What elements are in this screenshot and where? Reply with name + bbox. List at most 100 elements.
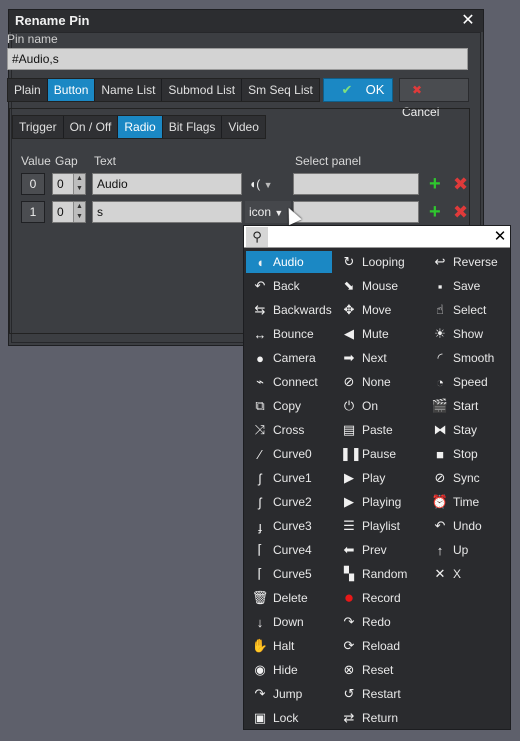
icon-option-start[interactable]: 🎬 Start [426,395,512,417]
icon-option-curve3[interactable]: ɟ Curve3 [246,515,332,537]
stepper-arrows-icon[interactable]: ▲ ▼ [73,174,85,194]
icon-option-label: Stay [453,423,478,437]
icon-option-playing[interactable]: ▶ Playing [335,491,421,513]
tab-name-list[interactable]: Name List [95,79,163,101]
select-panel-field[interactable] [293,201,419,223]
icon-option-halt[interactable]: ✋ Halt [246,635,332,657]
icon-option-playlist[interactable]: ☰ Playlist [335,515,421,537]
icon-option-restart[interactable]: ↺ Restart [335,683,421,705]
row-value[interactable]: 0 [21,173,45,195]
tab-plain[interactable]: Plain [8,79,48,101]
icon-option-sync[interactable]: ⊘ Sync [426,467,512,489]
icon-option-on[interactable]: ⏻ On [335,395,421,417]
icon-option-looping[interactable]: ↻ Looping [335,251,421,273]
icon-option-time[interactable]: ⏰ Time [426,491,512,513]
checkmark-icon: ✔ [341,82,353,97]
pin-name-input[interactable]: #Audio,s [7,48,468,70]
icon-option-x[interactable]: ✕ X [426,563,512,585]
icon-option-stay[interactable]: ⧓ Stay [426,419,512,441]
icon-option-back[interactable]: ↶ Back [246,275,332,297]
mode-tab-radio[interactable]: Radio [118,116,163,138]
icon-option-record[interactable]: ● Record [335,587,421,609]
icon-option-curve2[interactable]: ʃ Curve2 [246,491,332,513]
x-red-icon: ✖ [411,83,423,97]
icon-option-camera[interactable]: ● Camera [246,347,332,369]
icon-option-move[interactable]: ✥ Move [335,299,421,321]
row-value[interactable]: 1 [21,201,45,223]
icon-option-curve1[interactable]: ʃ Curve1 [246,467,332,489]
icon-option-curve4[interactable]: ⌈ Curve4 [246,539,332,561]
icon-option-show[interactable]: ☀ Show [426,323,512,345]
mode-tab-video[interactable]: Video [222,116,264,138]
icon-option-paste[interactable]: ▤ Paste [335,419,421,441]
icon-option-curve5[interactable]: ⌈ Curve5 [246,563,332,585]
icon-option-play[interactable]: ▶ Play [335,467,421,489]
icon-option-save[interactable]: ▪ Save [426,275,512,297]
clear-search-icon[interactable]: ✕ [490,226,510,248]
row-gap-stepper[interactable]: 0 ▲ ▼ [52,201,86,223]
icon-search-input[interactable] [270,227,488,247]
icon-option-audio[interactable]: ◖ Audio [246,251,332,273]
mode-tab-on-off[interactable]: On / Off [64,116,119,138]
close-icon[interactable]: ✕ [457,10,479,32]
paste-icon: ▤ [342,422,356,437]
icon-option-none[interactable]: ⊘ None [335,371,421,393]
icon-option-undo[interactable]: ↶ Undo [426,515,512,537]
icon-option-pause[interactable]: ❚❚ Pause [335,443,421,465]
icon-option-label: Curve3 [273,519,312,533]
row-text-input[interactable]: Audio [92,173,242,195]
add-row-icon[interactable]: + [429,202,441,222]
icon-option-curve0[interactable]: ⁄ Curve0 [246,443,332,465]
icon-option-delete[interactable]: 🗑 Delete [246,587,332,609]
icon-option-random[interactable]: ▚ Random [335,563,421,585]
icon-option-label: Play [362,471,386,485]
icon-option-bounce[interactable]: ↔ Bounce [246,323,332,345]
icon-option-down[interactable]: ↓ Down [246,611,332,633]
row-icon-select[interactable]: ◖( ▼ [245,173,291,195]
icon-option-copy[interactable]: ⧉ Copy [246,395,332,417]
tab-button[interactable]: Button [47,79,96,101]
remove-row-icon[interactable]: ✖ [453,174,468,194]
select-panel-field[interactable] [293,173,419,195]
icon-option-reverse[interactable]: ↩ Reverse [426,251,512,273]
add-row-icon[interactable]: + [429,174,441,194]
icon-option-backwards[interactable]: ⇆ Backwards [246,299,332,321]
title-bar[interactable]: Rename Pin ✕ [9,10,483,32]
icon-option-return[interactable]: ⇄ Return [335,707,421,729]
icon-option-lock[interactable]: ▣ Lock [246,707,332,729]
tab-submod-list[interactable]: Submod List [162,79,243,101]
icon-option-mouse[interactable]: ⬊ Mouse [335,275,421,297]
stepper-arrows-icon[interactable]: ▲ ▼ [73,202,85,222]
mode-tab-bit-flags[interactable]: Bit Flags [163,116,223,138]
icon-option-prev[interactable]: ⬅ Prev [335,539,421,561]
icon-option-label: Back [273,279,300,293]
icon-option-smooth[interactable]: ◜ Smooth [426,347,512,369]
icon-option-up[interactable]: ↑ Up [426,539,512,561]
row-text-input[interactable]: s [92,201,242,223]
icon-option-next[interactable]: ➡ Next [335,347,421,369]
icon-option-stop[interactable]: ■ Stop [426,443,512,465]
tab-sm-seq-list[interactable]: Sm Seq List [242,79,319,101]
icon-option-reload[interactable]: ⟳ Reload [335,635,421,657]
icon-option-reset[interactable]: ⊗ Reset [335,659,421,681]
icon-option-cross[interactable]: ⤨ Cross [246,419,332,441]
icon-option-jump[interactable]: ↷ Jump [246,683,332,705]
icon-option-connect[interactable]: ⌁ Connect [246,371,332,393]
remove-row-icon[interactable]: ✖ [453,202,468,222]
icon-option-speed[interactable]: ◔ Speed [426,371,512,393]
icon-option-label: Stop [453,447,478,461]
camera-icon: ● [256,350,264,366]
ok-button[interactable]: ✔ OK [323,78,393,102]
play-icon: ▶ [344,470,354,485]
icon-option-label: Select [453,303,487,317]
cancel-button[interactable]: ✖ Cancel [399,78,469,119]
icon-option-mute[interactable]: ◀ Mute [335,323,421,345]
icon-option-select[interactable]: ☝ Select [426,299,512,321]
mode-tab-trigger[interactable]: Trigger [13,116,64,138]
icon-option-hide[interactable]: ◉ Hide [246,659,332,681]
return-icon: ⇄ [343,710,355,725]
icon-option-redo[interactable]: ↷ Redo [335,611,421,633]
row-gap-stepper[interactable]: 0 ▲ ▼ [52,173,86,195]
icon-picker-popup: ⚲ ✕ ◖ Audio ↶ Back ⇆ Backwards ↔ Bounce ● Camera ⌁… [243,225,511,730]
save-icon: ▪ [437,278,443,294]
